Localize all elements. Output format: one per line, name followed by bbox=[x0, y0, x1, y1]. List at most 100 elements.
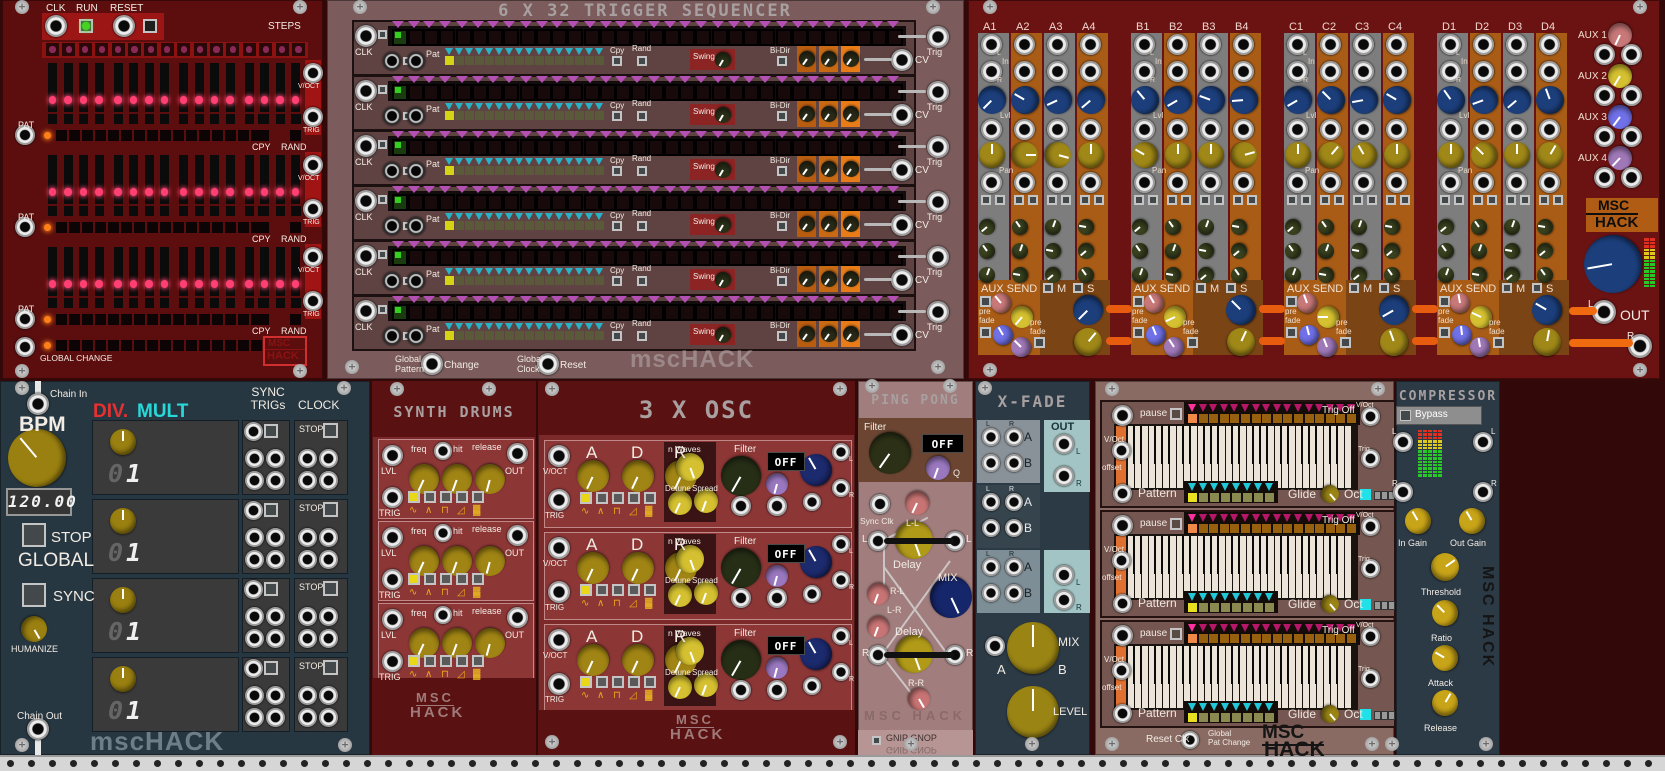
trigger-cell[interactable] bbox=[520, 249, 536, 266]
trigger-cell[interactable] bbox=[472, 194, 488, 211]
gate-slider[interactable] bbox=[95, 63, 104, 112]
pattern-cell[interactable] bbox=[475, 56, 484, 65]
trig-input[interactable] bbox=[548, 581, 570, 603]
trigger-cell[interactable] bbox=[423, 249, 439, 266]
pattern-cell[interactable] bbox=[525, 276, 534, 285]
piano-key-white[interactable] bbox=[1338, 426, 1344, 488]
trig-output[interactable] bbox=[266, 629, 285, 648]
resonance-cv-input[interactable] bbox=[767, 496, 787, 516]
piano-key-white[interactable] bbox=[1289, 646, 1295, 708]
piano-key-white[interactable] bbox=[1317, 646, 1323, 708]
pattern-cell[interactable] bbox=[545, 111, 554, 120]
pan-cv-input[interactable] bbox=[1047, 172, 1068, 193]
note-cell[interactable] bbox=[1241, 414, 1250, 423]
gnip-checkbox[interactable] bbox=[872, 736, 881, 745]
gate-slider[interactable] bbox=[79, 247, 88, 296]
out-l-output[interactable] bbox=[832, 627, 850, 645]
cpy-cell[interactable] bbox=[258, 298, 268, 308]
a-r-input[interactable] bbox=[1005, 493, 1023, 511]
piano-key-white[interactable] bbox=[1289, 536, 1295, 598]
pattern-cell[interactable] bbox=[1254, 493, 1263, 502]
pattern-cell[interactable] bbox=[82, 340, 93, 351]
gate-slider[interactable] bbox=[179, 63, 188, 112]
mute-button[interactable] bbox=[1353, 195, 1363, 205]
b-l-input[interactable] bbox=[982, 454, 1000, 472]
trigger-cell[interactable] bbox=[871, 304, 887, 321]
pattern-cell[interactable] bbox=[186, 130, 197, 141]
trigger-cell[interactable] bbox=[600, 304, 616, 321]
solo-button[interactable] bbox=[1367, 195, 1377, 205]
row-clk-input[interactable] bbox=[355, 190, 377, 212]
gate-slider[interactable] bbox=[64, 247, 73, 296]
pattern-cell[interactable] bbox=[515, 111, 524, 120]
pattern-cell[interactable] bbox=[505, 221, 514, 230]
trigger-cell[interactable] bbox=[536, 139, 552, 156]
pattern-trig-input[interactable] bbox=[407, 217, 425, 235]
trigger-cell[interactable] bbox=[408, 139, 424, 156]
mute-button[interactable] bbox=[1200, 195, 1210, 205]
voct-input[interactable] bbox=[548, 537, 570, 559]
piano-key-white[interactable] bbox=[1170, 646, 1176, 708]
piano-key-white[interactable] bbox=[1142, 536, 1148, 598]
divmult-knob[interactable] bbox=[110, 429, 136, 455]
gate-slider[interactable] bbox=[226, 63, 235, 112]
drum-level-input[interactable] bbox=[382, 609, 403, 630]
pattern-cell[interactable] bbox=[465, 166, 474, 175]
gate-slider[interactable] bbox=[160, 155, 169, 204]
trigger-cell[interactable] bbox=[439, 84, 455, 101]
piano-key-white[interactable] bbox=[1191, 646, 1197, 708]
level-cv-input[interactable] bbox=[803, 493, 821, 511]
pan-knob[interactable] bbox=[1165, 142, 1191, 168]
gate-slider[interactable] bbox=[79, 155, 88, 204]
pattern-cell[interactable] bbox=[1265, 603, 1274, 612]
trigger-cell[interactable] bbox=[439, 304, 455, 321]
pattern-cell[interactable] bbox=[56, 340, 67, 351]
pattern-cell[interactable] bbox=[475, 331, 484, 340]
trigger-cell[interactable] bbox=[856, 194, 872, 211]
trigger-cell[interactable] bbox=[792, 194, 808, 211]
pattern-cell[interactable] bbox=[505, 276, 514, 285]
gate-slider[interactable] bbox=[210, 155, 219, 204]
row-cv-output[interactable] bbox=[891, 159, 913, 181]
pattern-cell[interactable] bbox=[525, 331, 534, 340]
level-cv-input[interactable] bbox=[1539, 119, 1560, 140]
trigger-cell[interactable] bbox=[408, 249, 424, 266]
pattern-cell[interactable] bbox=[475, 111, 484, 120]
solo-button[interactable] bbox=[1334, 195, 1344, 205]
note-cell[interactable] bbox=[1209, 524, 1218, 533]
trigger-cell[interactable] bbox=[520, 84, 536, 101]
wave-select-button[interactable] bbox=[580, 584, 592, 596]
group-mute-button[interactable] bbox=[1502, 283, 1512, 293]
gate-slider[interactable] bbox=[210, 63, 219, 112]
trigger-cell[interactable] bbox=[536, 249, 552, 266]
pattern-trig-input[interactable] bbox=[407, 162, 425, 180]
cpy-button[interactable] bbox=[612, 221, 622, 231]
group-solo-button[interactable] bbox=[1226, 283, 1236, 293]
cpy-button[interactable] bbox=[258, 130, 269, 141]
trigger-cell[interactable] bbox=[520, 29, 536, 46]
pattern-cell[interactable] bbox=[212, 340, 223, 351]
trigger-cell[interactable] bbox=[487, 194, 503, 211]
piano-key-white[interactable] bbox=[1191, 426, 1197, 488]
trigger-cell[interactable] bbox=[840, 194, 856, 211]
drum-output[interactable] bbox=[507, 525, 528, 546]
mute-button[interactable] bbox=[1167, 195, 1177, 205]
pattern-input[interactable] bbox=[15, 337, 35, 357]
clk-input[interactable] bbox=[45, 15, 67, 37]
pattern-cell[interactable] bbox=[147, 314, 158, 325]
trigger-cell[interactable] bbox=[408, 304, 424, 321]
piano-key-white[interactable] bbox=[1268, 536, 1274, 598]
pattern-cell[interactable] bbox=[69, 340, 80, 351]
gate-slider[interactable] bbox=[160, 63, 169, 112]
out-r-output[interactable] bbox=[1054, 590, 1074, 610]
trigger-cell[interactable] bbox=[600, 194, 616, 211]
resonance-cv-input[interactable] bbox=[767, 680, 787, 700]
pattern-cell[interactable] bbox=[565, 56, 574, 65]
level-cv-input[interactable] bbox=[1080, 119, 1101, 140]
pattern-cell[interactable] bbox=[108, 340, 119, 351]
pattern-cell[interactable] bbox=[1199, 603, 1208, 612]
trig-input[interactable] bbox=[548, 489, 570, 511]
out-l-output[interactable] bbox=[1054, 434, 1074, 454]
pattern-cell[interactable] bbox=[186, 340, 197, 351]
row-trig-output[interactable] bbox=[927, 81, 949, 103]
